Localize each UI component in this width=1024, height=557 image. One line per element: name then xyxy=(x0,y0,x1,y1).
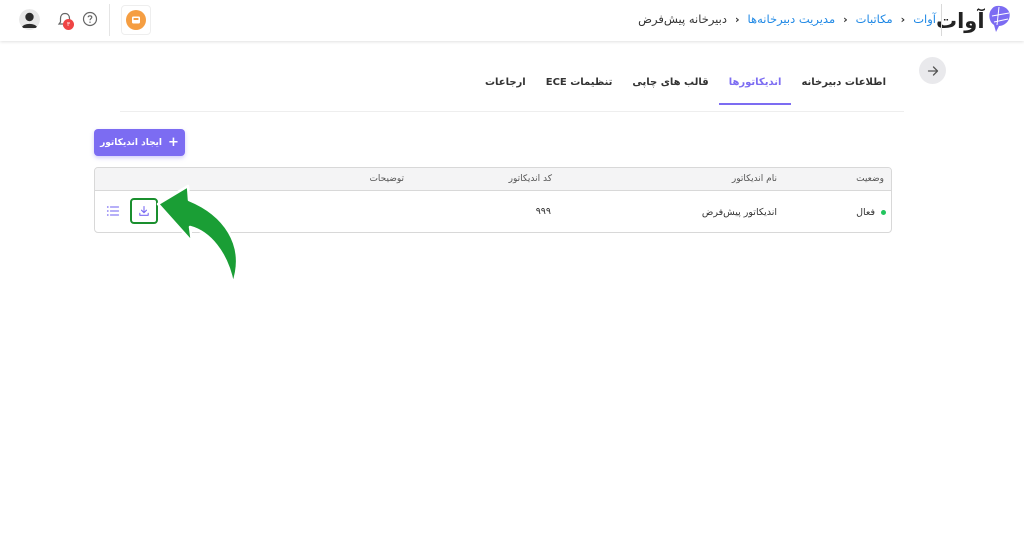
breadcrumb: آوات ‹ مکاتبات ‹ مدیریت دبیرخانه‌ها ‹ دب… xyxy=(638,12,936,26)
brand-divider xyxy=(941,4,942,36)
app-launcher-icon[interactable] xyxy=(121,5,151,35)
list-details-button[interactable] xyxy=(105,203,121,219)
row-indicator-name: اندیکاتور پیش‌فرض xyxy=(701,207,777,218)
help-icon[interactable] xyxy=(82,11,98,27)
row-indicator-code: ۹۹۹ xyxy=(535,206,551,217)
column-header-status[interactable]: وضعیت xyxy=(856,174,884,184)
tabs-divider xyxy=(120,111,904,112)
create-indicator-label: ایجاد اندیکاتور xyxy=(100,137,163,148)
download-button[interactable] xyxy=(130,198,158,224)
chevron-left-icon: ‹ xyxy=(900,12,906,26)
status-active-dot xyxy=(881,210,886,215)
create-indicator-button[interactable]: + ایجاد اندیکاتور xyxy=(94,129,185,156)
chevron-left-icon: ‹ xyxy=(843,12,848,26)
brand-name: آوات xyxy=(936,8,985,33)
tab-print-templates[interactable]: قالب های چاپی xyxy=(622,67,718,105)
user-avatar-icon[interactable] xyxy=(19,9,40,30)
notification-badge: ۳ xyxy=(63,19,74,30)
breadcrumb-secretariat-management[interactable]: مدیریت دبیرخانه‌ها xyxy=(748,12,836,26)
plus-icon: + xyxy=(168,135,179,150)
download-icon xyxy=(139,205,149,216)
tab-secretariat-info[interactable]: اطلاعات دبیرخانه xyxy=(791,67,896,105)
breadcrumb-current-page: دبیرخانه پیش‌فرض xyxy=(638,12,727,26)
row-status: فعال xyxy=(856,207,875,218)
top-bar: آوات آوات ‹ مکاتبات ‹ مدیریت دبیرخانه‌ها… xyxy=(0,0,1024,41)
annotation-arrow-icon xyxy=(156,184,239,286)
arrow-right-icon xyxy=(927,65,938,76)
column-header-name[interactable]: نام اندیکاتور xyxy=(732,174,777,184)
app-launcher-circle xyxy=(126,10,146,30)
tab-ece-settings[interactable]: تنظیمات ECE xyxy=(536,67,623,105)
list-icon xyxy=(106,206,120,216)
brand-logo[interactable]: آوات xyxy=(934,4,1012,36)
breadcrumb-correspondence[interactable]: مکاتبات xyxy=(856,12,893,26)
tab-referrals[interactable]: ارجاعات xyxy=(475,67,536,105)
chevron-left-icon: ‹ xyxy=(734,12,740,26)
toolbar-divider xyxy=(109,4,110,36)
column-header-description[interactable]: توضیحات xyxy=(369,174,404,184)
column-header-code[interactable]: کد اندیکاتور xyxy=(509,174,552,184)
tab-indicators[interactable]: اندیکاتورها xyxy=(718,67,792,105)
breadcrumb-home[interactable]: آوات xyxy=(913,12,936,26)
back-arrow-button[interactable] xyxy=(919,57,946,84)
secretariat-tabs: اطلاعات دبیرخانه اندیکاتورها قالب های چا… xyxy=(475,67,896,105)
